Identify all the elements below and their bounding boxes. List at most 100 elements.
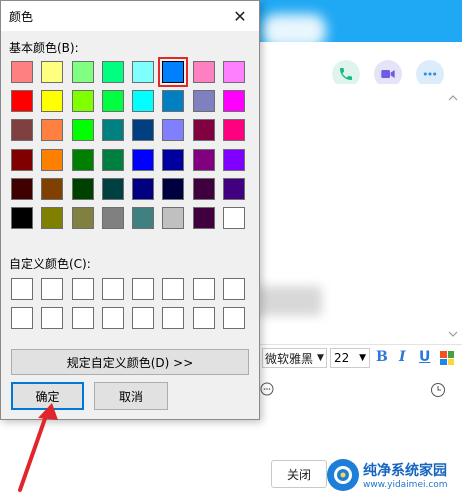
- color-swatch[interactable]: [71, 90, 94, 113]
- custom-colors-label: 自定义颜色(C):: [9, 257, 91, 271]
- cancel-button[interactable]: 取消: [94, 382, 168, 410]
- define-custom-colors-button[interactable]: 规定自定义颜色(D) >>: [11, 349, 249, 375]
- color-swatch[interactable]: [11, 119, 33, 142]
- color-swatch[interactable]: [192, 148, 215, 171]
- custom-color-swatch[interactable]: [101, 307, 124, 329]
- color-swatch[interactable]: [41, 148, 64, 171]
- color-swatch[interactable]: [101, 90, 124, 113]
- color-swatch[interactable]: [132, 61, 155, 83]
- color-dialog: 颜色 ✕ 基本颜色(B): 自定义颜色(C): 规定自定义颜色(D) >> 确定…: [0, 0, 260, 420]
- custom-color-swatch[interactable]: [11, 307, 33, 329]
- scroll-down-icon: [448, 331, 458, 337]
- color-swatch[interactable]: [132, 206, 155, 229]
- color-swatch[interactable]: [11, 206, 33, 229]
- blurred-message: [256, 286, 322, 316]
- color-swatch[interactable]: [101, 119, 124, 142]
- color-swatch[interactable]: [41, 61, 64, 83]
- chat-scrollbar[interactable]: [446, 92, 460, 342]
- color-swatch[interactable]: [132, 148, 155, 171]
- color-swatch[interactable]: [101, 148, 124, 171]
- color-swatch[interactable]: [101, 177, 124, 200]
- color-swatch[interactable]: [192, 90, 215, 113]
- custom-colors-grid: [11, 278, 253, 336]
- more-dots-icon[interactable]: [260, 382, 274, 396]
- color-swatch[interactable]: [158, 57, 189, 87]
- custom-color-swatch[interactable]: [192, 307, 215, 329]
- color-swatch[interactable]: [132, 119, 155, 142]
- color-swatch[interactable]: [132, 177, 155, 200]
- color-swatch[interactable]: [223, 61, 246, 83]
- color-swatch[interactable]: [11, 61, 33, 83]
- more-dots-icon: [423, 72, 437, 76]
- color-swatch[interactable]: [41, 119, 64, 142]
- watermark-url: www.yidaimei.com: [363, 480, 448, 490]
- scroll-up-icon: [448, 95, 458, 101]
- color-swatch[interactable]: [223, 119, 246, 142]
- watermark-logo-icon: [327, 459, 359, 491]
- custom-color-swatch[interactable]: [101, 278, 124, 300]
- color-swatch[interactable]: [223, 90, 246, 113]
- custom-color-swatch[interactable]: [162, 278, 185, 300]
- dialog-title: 颜色: [9, 9, 34, 24]
- close-chat-button[interactable]: 关闭: [271, 460, 327, 488]
- dialog-titlebar[interactable]: 颜色 ✕: [1, 1, 259, 31]
- italic-button[interactable]: I: [399, 349, 406, 365]
- font-size-value: 22: [334, 351, 350, 365]
- custom-color-swatch[interactable]: [192, 278, 215, 300]
- watermark: 纯净系统家园 www.yidaimei.com: [327, 457, 459, 493]
- color-swatch[interactable]: [162, 177, 185, 200]
- custom-color-swatch[interactable]: [71, 307, 94, 329]
- color-swatch[interactable]: [162, 90, 185, 113]
- color-swatch[interactable]: [162, 206, 185, 229]
- phone-icon: [340, 68, 352, 80]
- custom-color-swatch[interactable]: [162, 307, 185, 329]
- custom-color-swatch[interactable]: [41, 278, 64, 300]
- input-toolbar: [260, 376, 462, 406]
- color-swatch[interactable]: [192, 61, 215, 83]
- custom-color-swatch[interactable]: [223, 307, 246, 329]
- chevron-down-icon: ▼: [359, 353, 366, 363]
- color-swatch[interactable]: [192, 206, 215, 229]
- font-family-select[interactable]: 微软雅黑 ▼: [262, 348, 327, 368]
- color-swatch[interactable]: [11, 148, 33, 171]
- font-family-value: 微软雅黑: [265, 351, 314, 366]
- color-swatch[interactable]: [192, 119, 215, 142]
- color-swatch[interactable]: [41, 90, 64, 113]
- custom-color-swatch[interactable]: [11, 278, 33, 300]
- color-swatch[interactable]: [11, 90, 33, 113]
- color-swatch[interactable]: [41, 177, 64, 200]
- color-swatch[interactable]: [71, 61, 94, 83]
- text-color-icon[interactable]: [440, 351, 454, 365]
- basic-colors-grid: [11, 57, 253, 236]
- color-swatch[interactable]: [223, 177, 246, 200]
- color-swatch[interactable]: [223, 148, 246, 171]
- custom-color-swatch[interactable]: [71, 278, 94, 300]
- clock-icon[interactable]: [430, 382, 446, 398]
- color-swatch[interactable]: [132, 90, 155, 113]
- font-size-select[interactable]: 22 ▼: [330, 348, 370, 368]
- color-swatch[interactable]: [71, 206, 94, 229]
- color-swatch[interactable]: [11, 177, 33, 200]
- color-swatch[interactable]: [41, 206, 64, 229]
- video-camera-icon: [381, 70, 395, 78]
- color-swatch[interactable]: [71, 148, 94, 171]
- underline-button[interactable]: U: [419, 349, 430, 365]
- color-swatch[interactable]: [162, 148, 185, 171]
- custom-color-swatch[interactable]: [132, 278, 155, 300]
- custom-color-swatch[interactable]: [41, 307, 64, 329]
- color-swatch[interactable]: [101, 61, 124, 83]
- color-swatch[interactable]: [162, 119, 185, 142]
- ok-button[interactable]: 确定: [11, 382, 84, 410]
- custom-color-swatch[interactable]: [223, 278, 246, 300]
- color-swatch[interactable]: [192, 177, 215, 200]
- bold-button[interactable]: B: [376, 349, 388, 365]
- close-icon[interactable]: ✕: [229, 5, 251, 27]
- color-swatch[interactable]: [101, 206, 124, 229]
- custom-color-swatch[interactable]: [132, 307, 155, 329]
- color-swatch[interactable]: [71, 119, 94, 142]
- basic-colors-label: 基本颜色(B):: [9, 41, 79, 55]
- chevron-down-icon: ▼: [317, 353, 324, 363]
- watermark-title: 纯净系统家园: [363, 463, 447, 479]
- color-swatch[interactable]: [223, 206, 246, 229]
- color-swatch[interactable]: [71, 177, 94, 200]
